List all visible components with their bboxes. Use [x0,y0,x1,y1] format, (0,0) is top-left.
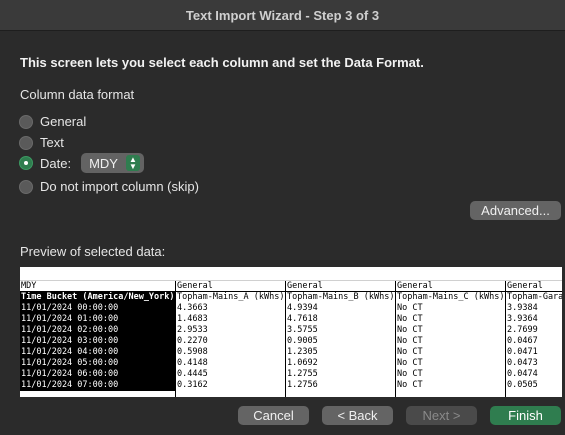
column-format-header: General [396,281,505,292]
back-button[interactable]: < Back [322,406,393,425]
intro-text: This screen lets you select each column … [20,55,424,70]
radio-date-label: Date: [40,155,72,171]
preview-cell: 0.4445 [177,369,208,379]
column-format-header: General [176,281,285,292]
date-format-value: MDY [89,155,118,171]
preview-cell: No CT [397,380,423,390]
preview-cell: 3.9384 [507,303,538,313]
preview-cell: No CT [397,336,423,346]
cancel-button[interactable]: Cancel [238,406,309,425]
preview-column-5[interactable]: General Topham-Garage 3.9384 3.9364 2.76… [505,281,562,397]
data-preview[interactable]: MDY Time Bucket (America/New_York) 11/01… [20,267,562,397]
finish-button[interactable]: Finish [490,406,561,425]
preview-cell: 2.9533 [177,325,208,335]
column-format-header: General [286,281,395,292]
preview-cell: 1.4683 [177,314,208,324]
preview-cell: No CT [397,358,423,368]
preview-cell: 11/01/2024 03:00:00 [21,336,119,346]
window-titlebar: Text Import Wizard - Step 3 of 3 [0,0,565,31]
preview-cell: 11/01/2024 00:00:00 [21,303,119,313]
preview-cell: 0.0474 [507,369,538,379]
preview-cell: No CT [397,303,423,313]
radio-text-label: Text [40,135,64,150]
preview-cell: 1.2755 [287,369,318,379]
radio-skip-circle[interactable] [19,179,33,194]
date-format-select[interactable]: MDY ▲ ▼ [81,153,144,173]
preview-cell: 11/01/2024 04:00:00 [21,347,119,357]
preview-cell: No CT [397,325,423,335]
preview-cell: Time Bucket (America/New_York) [21,292,175,302]
advanced-button[interactable]: Advanced... [470,201,561,220]
radio-date[interactable]: Date: MDY ▲ ▼ [19,153,144,173]
radio-skip[interactable]: Do not import column (skip) [19,179,199,194]
preview-cell: 3.5755 [287,325,318,335]
preview-column-2[interactable]: General Topham-Mains_A (kWhs) 4.3663 1.4… [175,281,285,397]
preview-cell: 11/01/2024 07:00:00 [21,380,119,390]
preview-cell: 11/01/2024 06:00:00 [21,369,119,379]
chevron-updown-icon: ▲ ▼ [125,155,140,171]
preview-cell: 4.3663 [177,303,208,313]
radio-text-circle[interactable] [19,135,33,150]
preview-cell: Topham-Mains_C (kWhs) [397,292,505,302]
preview-cell: 0.2270 [177,336,208,346]
radio-text[interactable]: Text [19,135,64,150]
preview-cell: 2.7699 [507,325,538,335]
radio-general-label: General [40,114,87,129]
preview-header-strip [20,267,562,281]
column-format-header: MDY [20,281,175,292]
preview-cell: 0.0505 [507,380,538,390]
preview-cell: Topham-Mains_B (kWhs) [287,292,395,302]
preview-cell: 0.5908 [177,347,208,357]
preview-cell: 0.9005 [287,336,318,346]
preview-cell: 0.4148 [177,358,208,368]
radio-date-circle[interactable] [19,156,33,170]
preview-cell: Topham-Garage [507,292,562,302]
radio-general-circle[interactable] [19,114,33,129]
window-title: Text Import Wizard - Step 3 of 3 [185,7,380,23]
preview-cell: 1.2756 [287,380,318,390]
preview-cell: 0.0471 [507,347,538,357]
preview-cell: 11/01/2024 05:00:00 [21,358,119,368]
preview-cell: 11/01/2024 02:00:00 [21,325,119,335]
column-format-label: Column data format [20,87,135,102]
preview-label: Preview of selected data: [20,244,166,259]
radio-general[interactable]: General [19,114,86,129]
preview-cell: 4.9394 [287,303,318,313]
preview-cell: 4.7618 [287,314,318,324]
preview-column-4[interactable]: General Topham-Mains_C (kWhs) No CT No C… [395,281,505,397]
preview-column-1[interactable]: MDY Time Bucket (America/New_York) 11/01… [20,281,175,397]
preview-cell: No CT [397,314,423,324]
preview-cell: 1.2305 [287,347,318,357]
preview-cell: 3.9364 [507,314,538,324]
next-button[interactable]: Next > [406,406,477,425]
radio-skip-label: Do not import column (skip) [40,179,199,194]
preview-column-3[interactable]: General Topham-Mains_B (kWhs) 4.9394 4.7… [285,281,395,397]
preview-cell: No CT [397,369,423,379]
preview-cell: 11/01/2024 01:00:00 [21,314,119,324]
column-format-header: General [506,281,562,292]
preview-cell: 0.0473 [507,358,538,368]
preview-cell: 0.3162 [177,380,208,390]
preview-cell: Topham-Mains_A (kWhs) [177,292,285,302]
preview-cell: 1.0692 [287,358,318,368]
preview-cell: No CT [397,347,423,357]
preview-cell: 0.0467 [507,336,538,346]
